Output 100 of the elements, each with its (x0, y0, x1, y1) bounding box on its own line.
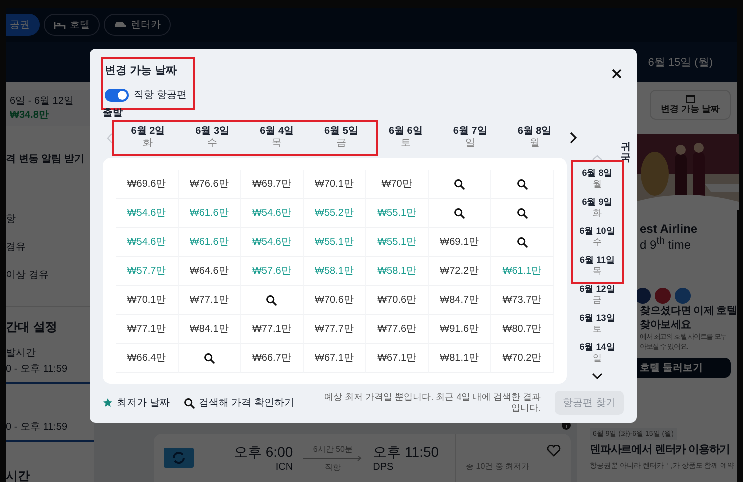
airport-code: DPS (373, 462, 394, 472)
price-cell[interactable]: ₩64.6만 (190, 264, 229, 278)
weekday-label: 수 (208, 138, 218, 150)
price-cell[interactable]: ₩91.6만 (440, 322, 480, 336)
return-date[interactable]: 6월 11일 (580, 254, 616, 266)
price-cell[interactable]: ₩77.6만 (378, 322, 417, 336)
search-price-button[interactable] (516, 208, 528, 218)
weekday-label: 토 (400, 138, 411, 150)
price-cell[interactable]: ₩73.7만 (502, 293, 542, 307)
price-cell[interactable]: ₩84.7만 (440, 293, 480, 307)
price-cell[interactable]: ₩84.1만 (190, 322, 229, 336)
weekday-label: 토 (593, 324, 602, 334)
price-cell[interactable]: ₩80.7만 (502, 322, 542, 336)
return-date[interactable]: 6월 9일 (582, 196, 613, 208)
trip-dates: 6일 - 6월 12일 (10, 95, 75, 108)
price-note: 예상 최저 가격일 뿐입니다. 최근 4일 내에 검색한 결과입니다. (324, 392, 542, 414)
departure-date[interactable]: 6월 7일 (453, 126, 488, 138)
search-price-button[interactable] (516, 178, 528, 190)
departure-date[interactable]: 6월 8일 (518, 126, 552, 138)
airport-code: ICN (276, 462, 294, 472)
search-price-button[interactable] (454, 208, 466, 218)
price-cell[interactable]: ₩69.1만 (440, 235, 480, 249)
price-cell[interactable]: ₩66.4만 (127, 351, 166, 365)
search-icon (266, 294, 278, 306)
departure-date[interactable]: 6월 5일 (324, 126, 358, 138)
airline-logo (164, 448, 194, 468)
car-icon (114, 21, 127, 29)
search-icon (516, 208, 528, 218)
price-cell[interactable]: ₩77.1만 (190, 293, 229, 307)
search-icon (516, 236, 528, 248)
weekday-label: 화 (143, 138, 154, 150)
return-date[interactable]: 6월 12일 (580, 284, 616, 294)
site-logo-icon (635, 288, 651, 304)
promo-title: 덴파사르에서 렌터카 이용하기 (590, 443, 730, 457)
price-cell[interactable]: ₩70.1만 (127, 293, 166, 307)
departure-date[interactable]: 6월 2일 (131, 126, 166, 138)
weekday-label: 목 (593, 266, 602, 276)
time-range: 0 - 오후 11:59 (6, 363, 69, 376)
price-cell[interactable]: ₩72.2만 (440, 264, 480, 278)
price-cell[interactable]: ₩70.6만 (378, 293, 417, 307)
price-cell[interactable]: ₩77.1만 (127, 322, 166, 336)
section-title: 시간 (6, 468, 31, 482)
price-cell[interactable]: ₩67.1만 (378, 351, 417, 365)
departure-time: 오후 6:00 (234, 444, 294, 462)
return-date[interactable]: 6월 8일 (582, 168, 613, 178)
ad-text: est Airline (640, 222, 698, 236)
site-logo-icon (675, 288, 691, 304)
departure-label: 출발 (103, 108, 124, 120)
price-cell[interactable]: ₩70만 (382, 177, 412, 191)
search-price-button[interactable] (454, 178, 466, 190)
weekday-label: 금 (336, 138, 346, 150)
search-icon (454, 208, 466, 218)
price-cell[interactable]: ₩69.7만 (252, 177, 292, 191)
star-icon (103, 398, 113, 408)
bed-icon (54, 20, 66, 30)
return-date[interactable]: 6월 10일 (580, 226, 616, 236)
alert-label: 격 변동 알림 받기 (6, 153, 86, 166)
weekday-label: 월 (593, 178, 602, 190)
price-cell[interactable]: ₩70.1만 (315, 177, 354, 191)
return-label: 귀국 (621, 142, 631, 164)
route-arrow-icon (303, 456, 364, 460)
price-cell[interactable]: ₩70.2만 (502, 351, 542, 365)
legend-label: 최저가 날짜 (117, 397, 170, 410)
price-cell[interactable]: ₩70.6만 (315, 293, 354, 307)
price-cell[interactable]: ₩66.7만 (252, 351, 292, 365)
arrival-time: 오후 11:50 (373, 444, 440, 462)
weekday-label: 일 (593, 352, 602, 364)
departure-date[interactable]: 6월 4일 (260, 126, 294, 138)
search-price-button[interactable] (266, 294, 278, 306)
price-cell[interactable]: ₩67.1만 (315, 351, 354, 365)
price-cell[interactable]: ₩77.1만 (252, 322, 292, 336)
departure-date[interactable]: 6월 3일 (196, 126, 230, 138)
departure-date[interactable]: 6월 6일 (388, 126, 423, 138)
weekday-label: 목 (272, 138, 282, 150)
date-label: 6월 15일 (월) (648, 56, 713, 70)
heart-icon[interactable] (547, 444, 561, 456)
ad-text: d 9$^{th}$ time (640, 236, 692, 252)
weekday-label: 화 (593, 208, 602, 218)
weekday-label: 일 (465, 138, 476, 150)
section-title: 간대 설정 (6, 319, 58, 336)
trip-price: ₩34.8만 (10, 109, 50, 122)
legend-label: 검색해 가격 확인하기 (198, 397, 294, 410)
site-logo-icon (655, 288, 671, 304)
price-cell[interactable]: ₩76.6만 (190, 177, 229, 191)
search-icon (516, 178, 528, 190)
price-cell[interactable]: ₩69.6만 (127, 177, 166, 191)
return-date[interactable]: 6월 13일 (580, 312, 616, 324)
weekday-label: 월 (530, 138, 540, 150)
toggle-label: 직항 항공편 (134, 89, 187, 102)
search-icon (184, 398, 195, 408)
search-price-button[interactable] (204, 352, 215, 364)
direct-flight-toggle[interactable] (105, 88, 129, 102)
price-cell[interactable]: ₩77.7만 (315, 322, 354, 336)
calendar-icon (686, 94, 695, 103)
close-icon[interactable] (610, 67, 624, 81)
price-cell[interactable]: ₩81.1만 (440, 351, 480, 365)
return-date[interactable]: 6월 14일 (580, 342, 616, 352)
time-range: 0 - 오후 11:59 (6, 421, 69, 434)
search-price-button[interactable] (516, 236, 528, 248)
search-icon (454, 178, 466, 190)
